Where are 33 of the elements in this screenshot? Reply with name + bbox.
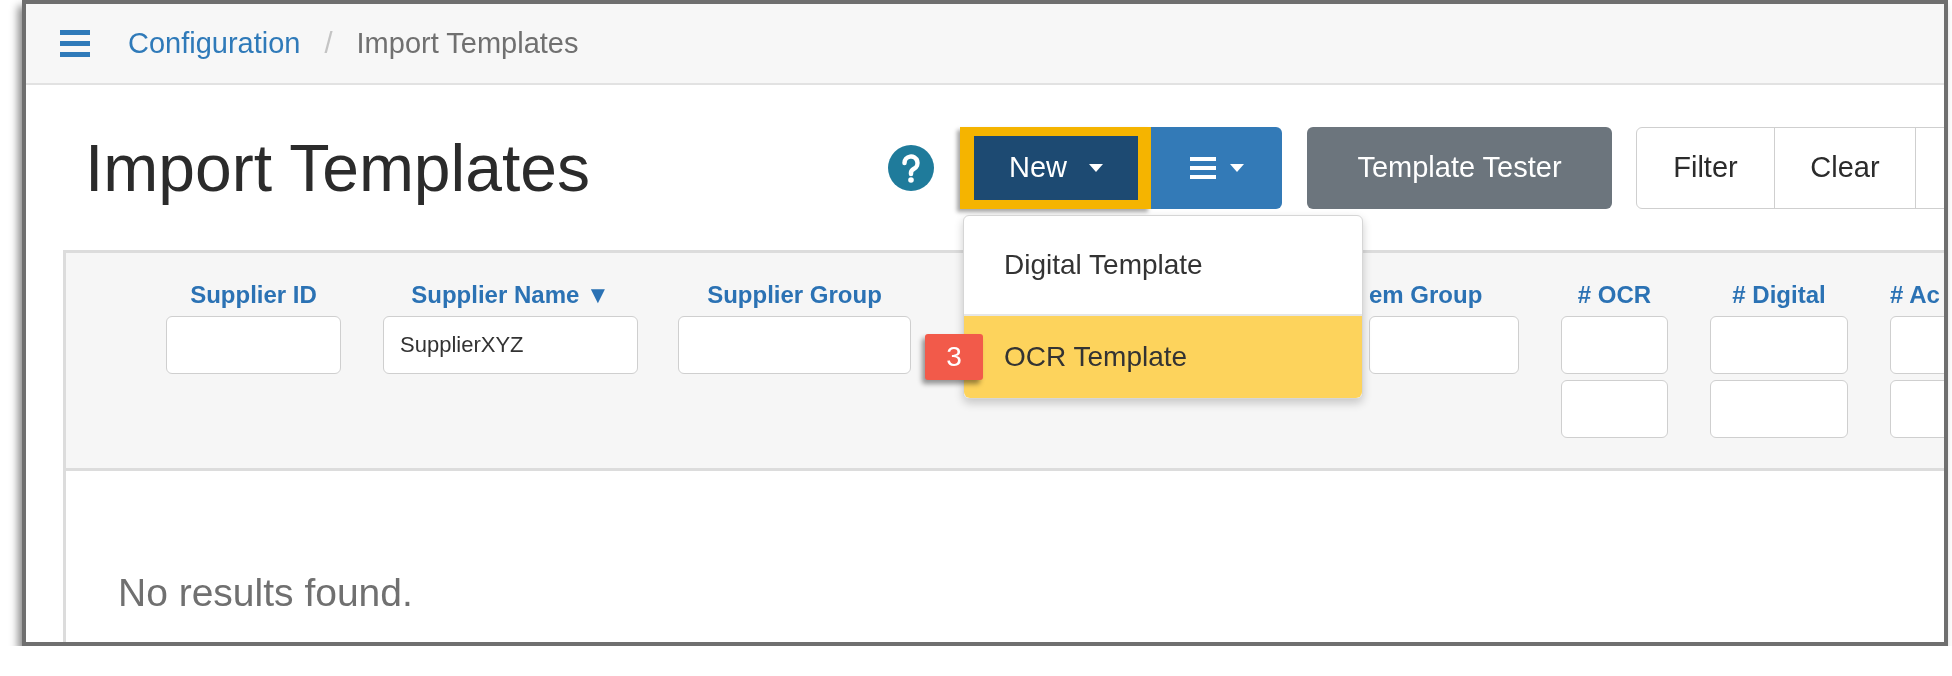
- column-filter-label[interactable]: # OCR: [1577, 281, 1652, 309]
- column-filter-label[interactable]: Supplier ID: [190, 281, 317, 309]
- filter-input[interactable]: SupplierXYZ: [383, 316, 638, 374]
- new-button[interactable]: New: [974, 135, 1138, 200]
- filter-input[interactable]: [166, 316, 341, 374]
- menu-dropdown-button[interactable]: [1151, 126, 1282, 209]
- filter-toolbar-button[interactable]: Clear: [1774, 126, 1916, 209]
- breadcrumb-link[interactable]: Configuration: [128, 27, 301, 60]
- menu-icon: [1189, 156, 1216, 179]
- caret-icon: [1089, 163, 1103, 172]
- filter-input[interactable]: [678, 316, 911, 374]
- column-filter-label[interactable]: Supplier Group: [707, 281, 882, 309]
- column-filter-label[interactable]: Supplier Name ▼: [411, 281, 610, 309]
- column-filter-label[interactable]: em Group: [1369, 281, 1483, 309]
- column-filter-label[interactable]: # Ac: [1890, 281, 1940, 309]
- filter-input[interactable]: [1561, 380, 1668, 438]
- breadcrumb-separator: /: [324, 27, 333, 60]
- filter-input[interactable]: [1710, 380, 1848, 438]
- column-filter-label[interactable]: # Digital: [1732, 281, 1826, 309]
- breadcrumb-current: Import Templates: [356, 27, 579, 60]
- step-badge: 3: [925, 333, 983, 380]
- filter-input[interactable]: [1561, 316, 1668, 374]
- menu-icon[interactable]: [60, 30, 90, 57]
- template-tester-button[interactable]: Template Tester: [1307, 126, 1612, 209]
- filter-input[interactable]: [1369, 316, 1519, 374]
- filter-toolbar-button[interactable]: Filter: [1636, 126, 1775, 209]
- page-title: Import Templates: [85, 129, 591, 206]
- menu-item[interactable]: OCR Template: [964, 313, 1362, 398]
- help-icon[interactable]: [888, 144, 934, 191]
- filter-input[interactable]: [1710, 316, 1848, 374]
- caret-icon: [1229, 163, 1244, 172]
- empty-results-message: No results found.: [118, 571, 414, 615]
- menu-item[interactable]: Digital Template: [964, 223, 1362, 306]
